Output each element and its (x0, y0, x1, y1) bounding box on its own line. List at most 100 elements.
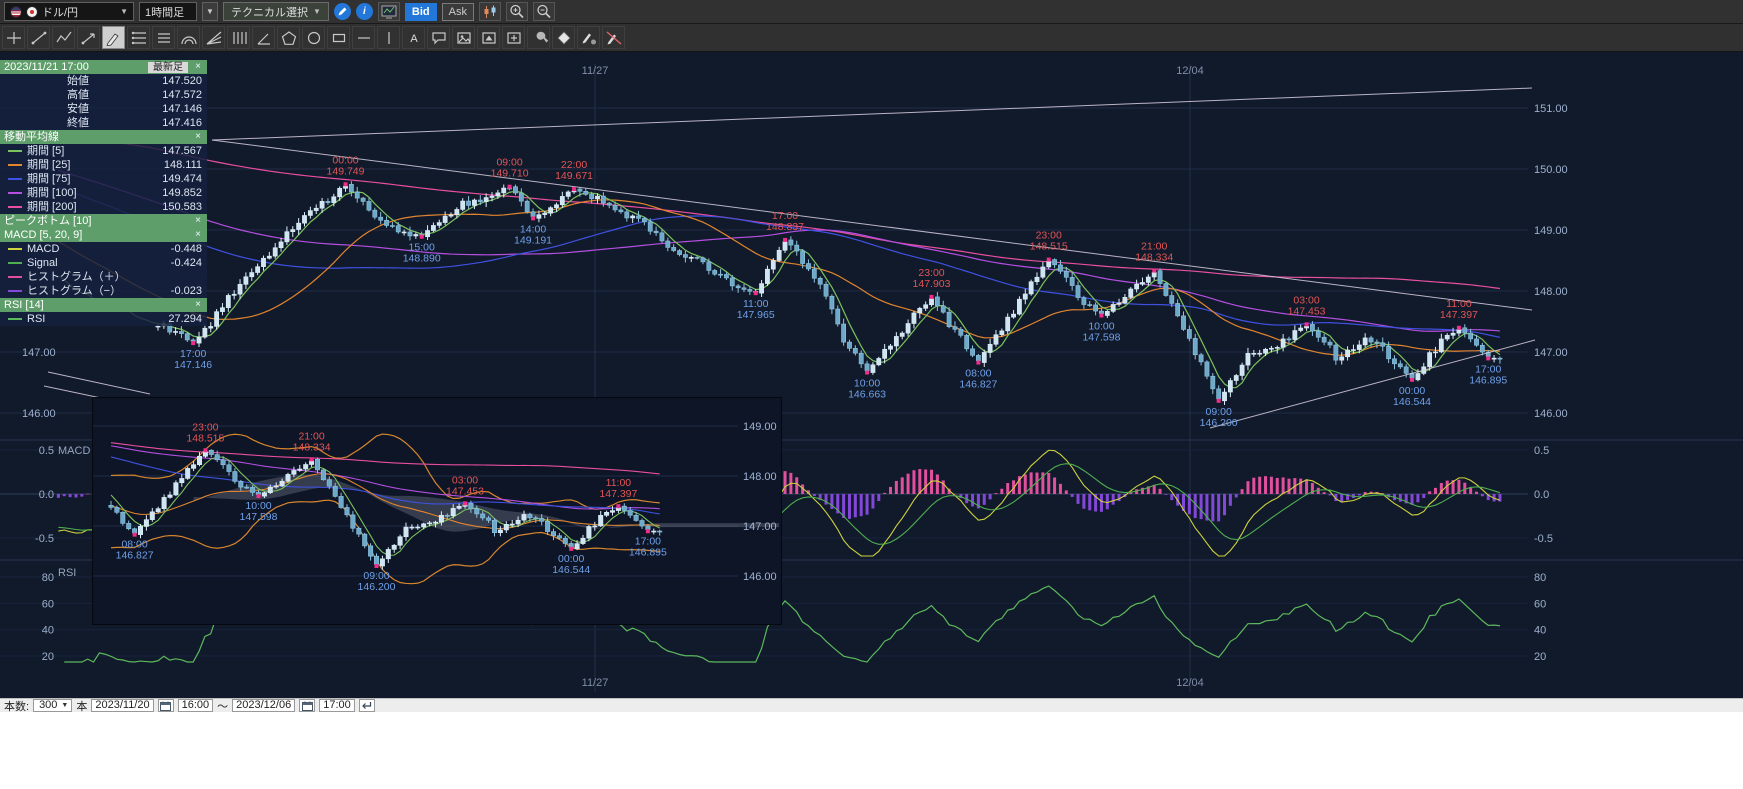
image-stamp-tool[interactable] (477, 26, 500, 49)
svg-text:146.827: 146.827 (116, 550, 154, 562)
close-icon[interactable]: × (193, 130, 203, 144)
timeframe-select[interactable]: 1時間足 (139, 2, 197, 21)
indicator-value-row: 終値147.416 (0, 116, 207, 130)
svg-text:148.515: 148.515 (1030, 241, 1068, 253)
trendline-tool-icon (30, 30, 48, 46)
svg-text:0.5: 0.5 (39, 445, 54, 457)
freehand-pencil-tool[interactable] (102, 26, 125, 49)
rectangle-tool[interactable] (327, 26, 350, 49)
to-time-input[interactable]: 17:00 (319, 699, 355, 712)
row-value: 147.416 (162, 116, 202, 130)
text-tool[interactable]: A (402, 26, 425, 49)
fibonacci-arc-tool[interactable] (177, 26, 200, 49)
display-settings-button[interactable] (378, 2, 400, 21)
svg-text:147.965: 147.965 (737, 309, 775, 321)
calendar-ic on (302, 701, 313, 711)
fibonacci-fan-tool[interactable] (202, 26, 225, 49)
currency-pair-select[interactable]: ドル/円 ▼ (4, 2, 134, 21)
monitor-chart-icon (381, 5, 397, 19)
pentagon-tool[interactable] (277, 26, 300, 49)
chart-type-button[interactable] (479, 2, 501, 21)
zoom-out-icon (536, 4, 552, 19)
image-stamp-tool-icon (480, 30, 498, 46)
bottom-annotation: 09:00146.200 (1200, 399, 1238, 429)
indicator-info-panel: 2023/11/21 17:00最新足×始値147.520高値147.572安値… (0, 60, 207, 326)
row-label: ヒストグラム（−） (27, 284, 171, 298)
close-icon[interactable]: × (193, 298, 203, 312)
horizontal-line-tool[interactable] (352, 26, 375, 49)
fibonacci-fan-tool-icon (205, 30, 223, 46)
from-date-input[interactable]: 2023/11/20 (91, 699, 153, 712)
bottom-annotation: 14:00149.191 (514, 216, 552, 246)
bid-toggle[interactable]: Bid (405, 3, 437, 21)
bottom-annotation: 00:00146.544 (552, 547, 590, 576)
line-swatch-icon (8, 262, 22, 264)
icon-stamp-tool[interactable] (452, 26, 475, 49)
horizontal-lines-tool[interactable] (127, 26, 150, 49)
delete-drawings-tool[interactable] (602, 26, 625, 49)
svg-text:20: 20 (1534, 651, 1546, 663)
ray-line-tool[interactable] (77, 26, 100, 49)
delete-drawings-tool-icon (605, 30, 623, 46)
indicator-value-row: 期間 [100]149.852 (0, 186, 207, 200)
svg-text:146.663: 146.663 (848, 389, 886, 401)
close-icon[interactable]: × (193, 228, 203, 242)
main-toolbar: ドル/円 ▼ 1時間足 ▼ テクニカル選択 ▼ i (0, 0, 1743, 24)
adjust-tool[interactable] (527, 26, 550, 49)
timeframe-dropdown-button[interactable]: ▼ (202, 2, 218, 21)
ellipse-tool[interactable] (302, 26, 325, 49)
gann-angle-tool[interactable] (252, 26, 275, 49)
peak-annotation: 17:00148.837 (766, 210, 804, 242)
zoom-out-button[interactable] (533, 2, 555, 21)
eraser-tool[interactable] (552, 26, 575, 49)
rectangle-tool-icon (330, 30, 348, 46)
text-tool-icon: A (405, 30, 423, 46)
inset-chart-window[interactable]: 149.00148.00147.00146.0008:00146.82723:0… (92, 397, 782, 625)
from-date-calendar-button[interactable] (158, 699, 174, 712)
draw-mode-button[interactable] (334, 3, 351, 20)
indicator-value-row: RSI27.294 (0, 312, 207, 326)
bottom-annotation: 15:00148.890 (403, 235, 441, 265)
svg-text:147.903: 147.903 (913, 278, 951, 290)
rsi-header-title: RSI [14] (4, 298, 193, 312)
svg-text:0.0: 0.0 (1534, 489, 1549, 501)
technical-select-button[interactable]: テクニカル選択 ▼ (223, 2, 329, 21)
zoom-in-icon (509, 4, 525, 19)
ellipse-tool-icon (305, 30, 323, 46)
ask-toggle[interactable]: Ask (442, 3, 474, 21)
bars-count-select[interactable]: 300 ▼ (33, 699, 72, 712)
row-value: 147.146 (162, 102, 202, 116)
to-date-input[interactable]: 2023/12/06 (232, 699, 295, 712)
close-icon[interactable]: × (193, 214, 203, 228)
close-icon[interactable]: × (193, 60, 203, 74)
trendline-tool[interactable] (27, 26, 50, 49)
peak-bottom-header: ピークボトム [10]× (0, 214, 207, 228)
chevron-down-icon: ▼ (313, 7, 321, 16)
calendar-icon (160, 701, 171, 711)
svg-text:146.895: 146.895 (1469, 374, 1507, 386)
capture-tool[interactable] (502, 26, 525, 49)
row-value: -0.023 (171, 284, 202, 298)
chevron-down-icon: ▼ (206, 7, 214, 16)
svg-text:80: 80 (1534, 572, 1546, 584)
callout-tool[interactable] (427, 26, 450, 49)
vertical-lines-tool[interactable] (227, 26, 250, 49)
edit-settings-tool[interactable] (577, 26, 600, 49)
bars-count-label: 本数: (4, 698, 29, 712)
parallel-lines-tool[interactable] (152, 26, 175, 49)
svg-text:146.00: 146.00 (22, 408, 56, 420)
svg-text:40: 40 (1534, 625, 1546, 637)
svg-text:147.397: 147.397 (599, 488, 637, 500)
to-date-calendar-button[interactable] (299, 699, 315, 712)
polyline-tool[interactable] (52, 26, 75, 49)
crosshair-tool[interactable] (2, 26, 25, 49)
indicator-value-row: MACD-0.448 (0, 242, 207, 256)
vertical-line-tool[interactable] (377, 26, 400, 49)
info-button[interactable]: i (356, 3, 373, 20)
svg-text:-0.5: -0.5 (1534, 533, 1553, 545)
apply-range-button[interactable] (359, 699, 375, 712)
from-time-input[interactable]: 16:00 (178, 699, 214, 712)
zoom-in-button[interactable] (506, 2, 528, 21)
svg-text:12/04: 12/04 (1176, 65, 1204, 77)
latest-bar-button[interactable]: 最新足 (148, 62, 188, 73)
